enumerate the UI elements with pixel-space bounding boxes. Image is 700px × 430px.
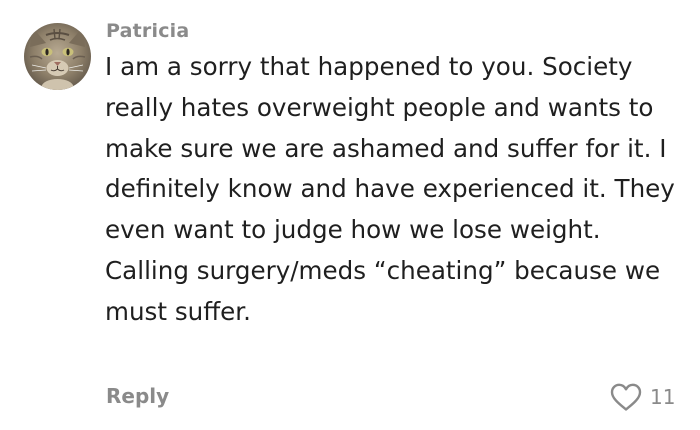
heart-outline-icon[interactable] [609,382,643,412]
comment-text: I am a sorry that happened to you. Socie… [105,52,675,326]
comment-author[interactable]: Patricia [106,20,189,42]
reply-button[interactable]: Reply [106,384,169,408]
like-count: 11 [650,385,676,409]
user-avatar[interactable] [24,23,91,90]
cat-avatar-icon [24,23,91,90]
comment-card: Patricia I am a sorry that happened to y… [0,0,700,430]
